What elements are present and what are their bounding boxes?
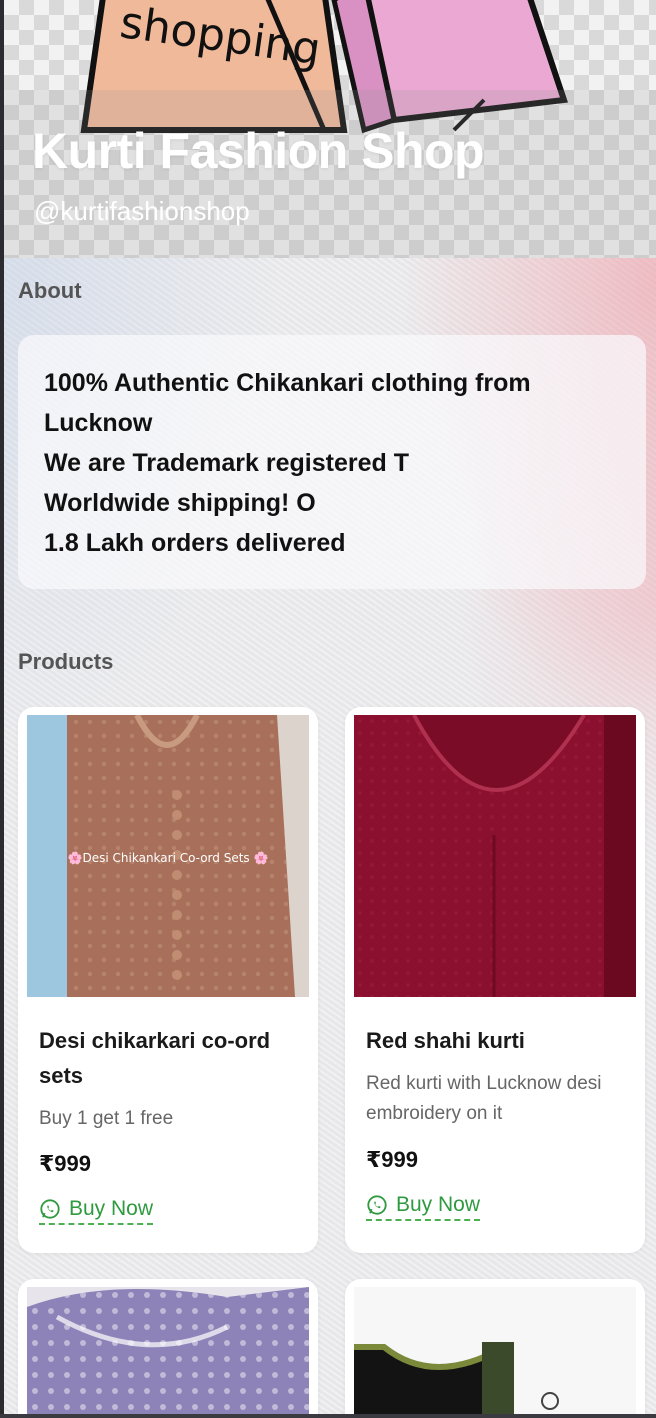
red-kurti-photo (354, 715, 636, 997)
black-kurti-photo (354, 1287, 636, 1418)
product-name[interactable]: Desi chikarkari co-ord sets (39, 1023, 299, 1093)
window-edge-bottom (0, 1414, 656, 1418)
page-content: About 100% Authentic Chikankari clothing… (4, 258, 656, 1418)
product-price: ₹999 (39, 1151, 92, 1176)
product-card-coord-sets[interactable]: 🌸Desi Chikankari Co-ord Sets 🌸 Desi chik… (18, 707, 318, 1253)
product-name[interactable]: Red shahi kurti (366, 1023, 626, 1058)
coord-set-photo: 🌸Desi Chikankari Co-ord Sets 🌸 (27, 715, 309, 997)
shop-header: shopping Kurti Fashion Shop @kurtifashio… (4, 0, 656, 258)
buy-now-label: Buy Now (396, 1193, 481, 1216)
about-line: Worldwide shipping! O (44, 489, 316, 517)
buy-now-label: Buy Now (69, 1197, 154, 1220)
buy-now-button[interactable]: Buy Now (39, 1197, 154, 1225)
about-line: 100% Authentic Chikankari clothing from (44, 369, 531, 397)
product-price: ₹999 (366, 1147, 419, 1172)
about-card: 100% Authentic Chikankari clothing from … (18, 335, 646, 589)
window-edge (0, 0, 4, 1418)
about-line: Lucknow (44, 409, 153, 437)
product-description: Buy 1 get 1 free (39, 1108, 174, 1129)
products-heading: Products (18, 649, 114, 674)
lavender-kurti-photo (27, 1287, 309, 1418)
product-image[interactable] (354, 715, 636, 997)
product-card[interactable] (345, 1279, 645, 1418)
shop-handle: @kurtifashionshop (34, 196, 250, 226)
product-card[interactable] (18, 1279, 318, 1418)
whatsapp-icon (40, 1199, 60, 1219)
whatsapp-icon (367, 1195, 387, 1215)
about-heading: About (18, 278, 82, 303)
product-image[interactable] (354, 1287, 636, 1418)
product-description: Red kurti with Lucknow desi embroidery o… (366, 1073, 602, 1124)
product-card-red-kurti[interactable]: Red shahi kurti Red kurti with Lucknow d… (345, 707, 645, 1253)
about-line: 1.8 Lakh orders delivered (44, 529, 346, 557)
product-image[interactable]: 🌸Desi Chikankari Co-ord Sets 🌸 (27, 715, 309, 997)
buy-now-button[interactable]: Buy Now (366, 1193, 481, 1221)
shop-title: Kurti Fashion Shop (32, 123, 485, 179)
svg-text:🌸Desi Chikankari Co-ord Sets: 🌸Desi Chikankari Co-ord Sets 🌸 (68, 851, 269, 865)
product-image[interactable] (27, 1287, 309, 1418)
about-line: We are Trademark registered T (44, 449, 409, 477)
